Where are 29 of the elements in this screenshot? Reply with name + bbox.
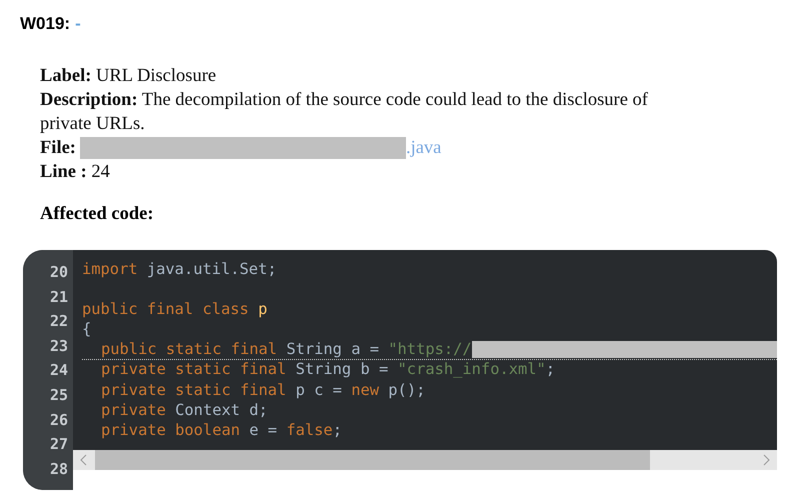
section-title: Affected code: xyxy=(40,204,155,225)
horizontal-scrollbar[interactable] xyxy=(73,450,777,470)
detail-text: Line : 24 xyxy=(40,161,110,184)
line-number: 27 xyxy=(48,434,69,456)
code-line: public final class p xyxy=(82,298,268,320)
line-number: 23 xyxy=(48,336,69,357)
line-number: 25 xyxy=(48,384,69,406)
line-number: 28 xyxy=(48,458,69,480)
scrollbar-thumb[interactable] xyxy=(95,450,650,470)
file-link[interactable]: .java xyxy=(406,136,442,160)
line-number: 22 xyxy=(48,311,69,332)
code-line: private Context d; xyxy=(101,400,268,420)
chevron-right-icon xyxy=(762,454,770,466)
line-number: 24 xyxy=(48,360,69,382)
line-number: 20 xyxy=(48,262,69,283)
warning-link[interactable]: - xyxy=(75,14,81,34)
warning-code: W019: xyxy=(20,14,70,34)
code-line: private boolean e = false; xyxy=(101,420,342,440)
detail-text: Description: The decompilation of the source code could lead to the disclosure of private URLs. xyxy=(40,89,649,136)
chevron-left-icon xyxy=(80,454,88,466)
detail-text: Label: URL Disclosure xyxy=(40,65,216,88)
code-line: private static final p c = new p(); xyxy=(101,380,426,400)
detail-label: File: xyxy=(40,137,76,160)
code-line: import java.util.Set; xyxy=(82,258,277,279)
code-line: { xyxy=(82,319,92,340)
code-line: public static final String a = "https:// xyxy=(101,339,472,360)
line-number: 26 xyxy=(48,410,69,431)
line-number: 21 xyxy=(48,286,69,308)
code-line: private static final String b = "crash_info.xml"; xyxy=(101,359,556,380)
